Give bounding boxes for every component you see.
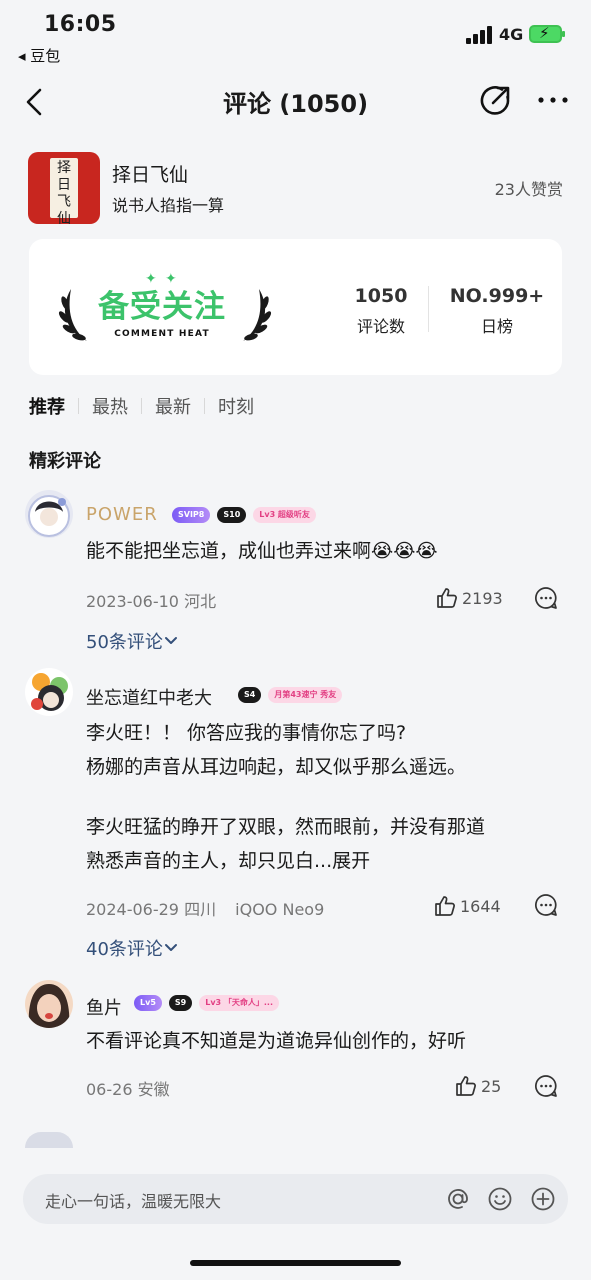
- tab-divider: [204, 398, 205, 414]
- tab-divider: [141, 398, 142, 414]
- comment-input[interactable]: 走心一句话，温暖无限大: [23, 1174, 568, 1224]
- like-button[interactable]: 1644: [434, 895, 501, 917]
- username[interactable]: POWER: [86, 504, 158, 525]
- daily-rank-value: NO.999+: [449, 285, 545, 307]
- avatar[interactable]: [25, 1132, 73, 1148]
- emoji-icon[interactable]: [487, 1186, 513, 1212]
- network-label: 4G: [499, 25, 524, 44]
- comment-count-value: 1050: [354, 285, 408, 307]
- featured-comments-heading: 精彩评论: [29, 451, 101, 472]
- album-author[interactable]: 说书人掐指一算: [112, 192, 224, 216]
- comment-input-placeholder: 走心一句话，温暖无限大: [45, 1192, 222, 1211]
- comment-heat-card: ✦ ✦ 备受关注 COMMENT HEAT 1050 评论数 NO.999+ 日…: [29, 239, 562, 375]
- thumbs-up-icon: [435, 896, 455, 916]
- username[interactable]: 坐忘道红中老大: [86, 684, 212, 710]
- album-header[interactable]: 择日飞仙 择日飞仙 说书人掐指一算 23人赞赏: [28, 152, 563, 226]
- comment-text: 能不能把坐忘道，成仙也弄过来啊😭😭😭: [86, 540, 438, 562]
- comment-date-location: 2024-06-29 四川 iQOO Neo9: [86, 896, 324, 920]
- thumbs-up-icon: [437, 588, 457, 608]
- like-count: 1644: [460, 896, 501, 916]
- season-badge: S10: [217, 507, 247, 523]
- comment-date: 2024-06-29 四川: [86, 900, 217, 919]
- add-icon[interactable]: [530, 1186, 556, 1212]
- thumbs-up-icon: [456, 1076, 476, 1096]
- signal-icon: [466, 26, 494, 44]
- album-cover[interactable]: 择日飞仙: [28, 152, 100, 224]
- heat-badge-subtitle: COMMENT HEAT: [114, 329, 210, 339]
- reward-count[interactable]: 23人赞赏: [495, 176, 563, 200]
- status-time: 16:05: [44, 12, 117, 37]
- stat-divider: [428, 286, 429, 332]
- bottom-input-bar: 走心一句话，温暖无限大: [0, 1148, 591, 1280]
- comment-text-line: 李火旺猛的睁开了双眼，然而眼前，并没有那道: [86, 816, 486, 838]
- fan-level-badge: Lv3 超级听友: [253, 507, 316, 523]
- like-count: 2193: [462, 588, 503, 608]
- level-badge: Lv5: [134, 995, 162, 1011]
- share-icon[interactable]: [478, 84, 512, 118]
- tab-recommended[interactable]: 推荐: [29, 393, 65, 419]
- comment-count-stat: 1050 评论数: [347, 285, 415, 337]
- reply-icon[interactable]: [534, 586, 558, 610]
- comment-text-line: 李火旺！！ 你答应我的事情你忘了吗?: [86, 722, 407, 744]
- back-to-app-link[interactable]: ◂ 豆包: [18, 45, 60, 66]
- heat-badge-title: 备受关注: [98, 289, 226, 325]
- season-badge: S4: [238, 687, 262, 703]
- tab-newest[interactable]: 最新: [155, 393, 191, 419]
- season-badge: S9: [168, 995, 193, 1011]
- daily-rank-stat[interactable]: NO.999+ 日榜: [445, 285, 549, 337]
- at-mention-icon[interactable]: [445, 1186, 471, 1212]
- replies-count: 40条评论: [86, 939, 163, 960]
- tab-hottest[interactable]: 最热: [92, 393, 128, 419]
- avatar[interactable]: [25, 980, 73, 1028]
- comment-text-line: [86, 784, 566, 810]
- sort-tabs: 推荐 最热 最新 时刻: [29, 392, 254, 420]
- comment-date-location: 06-26 安徽: [86, 1080, 170, 1099]
- user-badges: SVIP8 S10 Lv3 超级听友: [172, 507, 316, 523]
- nav-bar: 评论 (1050): [0, 72, 591, 132]
- comment-count-label: 评论数: [356, 317, 405, 336]
- chevron-down-icon: [164, 637, 177, 644]
- reply-icon[interactable]: [534, 1074, 558, 1098]
- album-title[interactable]: 择日飞仙: [112, 160, 188, 187]
- chevron-down-icon: [164, 944, 177, 951]
- comment-text: 不看评论真不知道是为道诡异仙创作的，好听: [86, 1030, 467, 1052]
- view-replies-link[interactable]: 50条评论: [86, 628, 179, 654]
- comment-text: 李火旺！！ 你答应我的事情你忘了吗? 杨娜的声音从耳边响起，却又似乎那么遥远。 …: [86, 716, 566, 878]
- reply-icon[interactable]: [534, 893, 558, 917]
- daily-rank-label: 日榜: [480, 317, 513, 336]
- avatar[interactable]: [25, 490, 73, 538]
- more-icon[interactable]: [536, 88, 570, 112]
- username[interactable]: 鱼片: [86, 994, 122, 1020]
- user-badges: Lv5 S9 Lv3 「天命人」...: [134, 995, 279, 1011]
- comment-text-line[interactable]: 熟悉声音的主人，却只见白...展开: [86, 844, 566, 878]
- battery-icon: ⚡: [529, 24, 565, 43]
- user-badges: S4 月第43速宁 秀友: [238, 687, 343, 703]
- like-button[interactable]: 2193: [436, 587, 503, 609]
- comment-date-location: 2023-06-10 河北: [86, 592, 217, 611]
- avatar[interactable]: [25, 668, 73, 716]
- album-cover-text: 择日飞仙: [57, 160, 71, 224]
- home-indicator: [190, 1260, 401, 1266]
- fan-level-badge: Lv3 「天命人」...: [199, 995, 279, 1011]
- svip-badge: SVIP8: [172, 507, 211, 523]
- tab-moments[interactable]: 时刻: [218, 393, 254, 419]
- comment-text-line: 杨娜的声音从耳边响起，却又似乎那么遥远。: [86, 756, 467, 778]
- status-bar: 16:05 ◂ 豆包 4G ⚡: [0, 0, 591, 70]
- replies-count: 50条评论: [86, 632, 163, 653]
- fan-rank-badge: 月第43速宁 秀友: [268, 687, 343, 703]
- comment-heat-badge: ✦ ✦ 备受关注 COMMENT HEAT: [57, 269, 273, 349]
- view-replies-link[interactable]: 40条评论: [86, 935, 179, 961]
- like-button[interactable]: 25: [455, 1075, 501, 1097]
- like-count: 25: [481, 1076, 502, 1096]
- comment-device: iQOO Neo9: [235, 900, 325, 919]
- tab-divider: [78, 398, 79, 414]
